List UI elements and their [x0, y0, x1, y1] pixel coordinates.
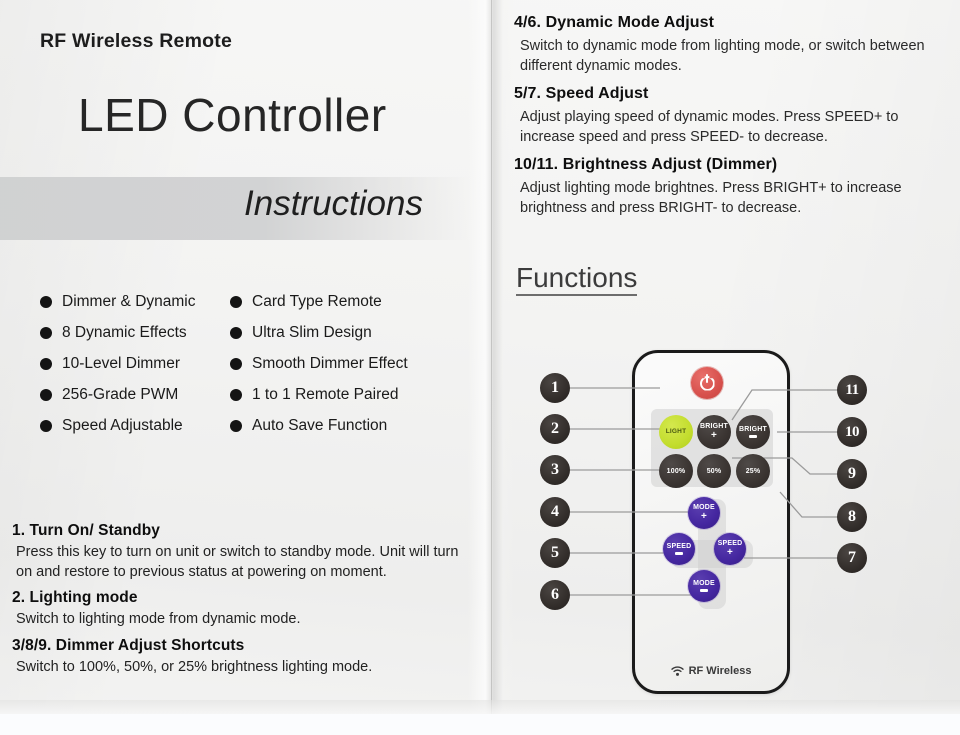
plus-icon: +: [710, 430, 718, 441]
instruction-block: 3/8/9. Dimmer Adjust Shortcuts Switch to…: [12, 637, 474, 678]
bullet-icon: [230, 357, 242, 370]
bullet-icon: [40, 357, 52, 370]
feature-column-left: Dimmer & Dynamic 8 Dynamic Effects 10-Le…: [40, 286, 195, 441]
bullet-icon: [40, 419, 52, 432]
instruction-body: Switch to lighting mode from dynamic mod…: [16, 611, 301, 628]
bullet-icon: [40, 295, 52, 308]
feature-label: 8 Dynamic Effects: [62, 323, 187, 341]
list-item: 10-Level Dimmer: [40, 348, 195, 379]
button-label: 50%: [706, 467, 722, 475]
bullet-icon: [40, 326, 52, 339]
callout-5: 5: [540, 538, 570, 568]
button-label: SPEED: [666, 543, 692, 551]
bullet-icon: [40, 388, 52, 401]
list-item: 8 Dynamic Effects: [40, 317, 195, 348]
instructions-left-column: 1. Turn On/ Standby Press this key to tu…: [12, 522, 474, 685]
feature-label: 256-Grade PWM: [62, 385, 179, 403]
instruction-sheet-page: RF Wireless Remote LED Controller Instru…: [0, 0, 960, 735]
bullet-icon: [230, 326, 242, 339]
list-item: 1 to 1 Remote Paired: [230, 379, 408, 410]
remote-footer-branding: RF Wireless: [635, 665, 787, 677]
list-item: Ultra Slim Design: [230, 317, 408, 348]
right-page: 4/6. Dynamic Mode Adjust Switch to dynam…: [492, 0, 960, 714]
button-label: MODE: [693, 504, 715, 511]
feature-label: Speed Adjustable: [62, 416, 183, 434]
instruction-heading: 1. Turn On/ Standby: [12, 522, 161, 539]
speed-plus-button[interactable]: SPEED +: [714, 533, 746, 565]
remote-control-body: LIGHT BRIGHT + BRIGHT 100% 50% 25% MODE …: [632, 350, 790, 694]
callout-1: 1: [540, 373, 570, 403]
bottom-strip: [0, 714, 960, 735]
button-label: MODE: [693, 580, 715, 588]
bullet-icon: [230, 295, 242, 308]
kicker-text: RF Wireless Remote: [40, 30, 232, 52]
preset-25-button[interactable]: 25%: [736, 454, 770, 488]
callout-2: 2: [540, 414, 570, 444]
bullet-icon: [230, 388, 242, 401]
list-item: 256-Grade PWM: [40, 379, 195, 410]
mode-plus-button[interactable]: MODE +: [688, 497, 720, 529]
plus-icon: +: [700, 511, 708, 522]
instruction-block: 1. Turn On/ Standby Press this key to tu…: [12, 522, 474, 582]
instruction-block: 2. Lighting mode Switch to lighting mode…: [12, 589, 474, 630]
feature-column-right: Card Type Remote Ultra Slim Design Smoot…: [230, 286, 408, 441]
bottom-shadow: [0, 700, 960, 715]
instruction-heading: 3/8/9. Dimmer Adjust Shortcuts: [12, 637, 245, 655]
feature-label: Auto Save Function: [252, 416, 388, 434]
list-item: Smooth Dimmer Effect: [230, 348, 408, 379]
instruction-body: Switch to 100%, 50%, or 25% brightness l…: [16, 659, 373, 676]
list-item: Card Type Remote: [230, 286, 408, 317]
list-item: Dimmer & Dynamic: [40, 286, 195, 317]
instruction-heading: 2. Lighting mode: [12, 589, 138, 607]
callout-9: 9: [837, 459, 867, 489]
feature-label: 10-Level Dimmer: [62, 354, 181, 372]
preset-100-button[interactable]: 100%: [659, 454, 693, 488]
bright-plus-button[interactable]: BRIGHT +: [697, 415, 731, 449]
plus-icon: +: [726, 547, 734, 558]
preset-50-button[interactable]: 50%: [697, 454, 731, 488]
bright-minus-button[interactable]: BRIGHT: [736, 415, 770, 449]
callout-4: 4: [540, 497, 570, 527]
wifi-icon: [670, 665, 684, 676]
light-button[interactable]: LIGHT: [659, 415, 693, 449]
button-label: BRIGHT: [738, 426, 768, 434]
feature-label: Smooth Dimmer Effect: [252, 354, 408, 372]
callout-10: 10: [837, 417, 867, 447]
mode-minus-button[interactable]: MODE: [688, 570, 720, 602]
callout-7: 7: [837, 543, 867, 573]
callout-8: 8: [837, 502, 867, 532]
page-title: LED Controller: [78, 89, 387, 141]
callout-6: 6: [540, 580, 570, 610]
remote-diagram: LIGHT BRIGHT + BRIGHT 100% 50% 25% MODE …: [492, 0, 960, 714]
page-crease-line: [491, 0, 492, 714]
page-subtitle: Instructions: [244, 184, 423, 223]
minus-icon: [700, 589, 708, 592]
list-item: Speed Adjustable: [40, 410, 195, 441]
power-icon: [699, 373, 715, 391]
feature-label: 1 to 1 Remote Paired: [252, 385, 399, 403]
minus-icon: [675, 552, 683, 555]
rf-wireless-label: RF Wireless: [688, 665, 752, 677]
power-button[interactable]: [691, 367, 723, 399]
button-label: LIGHT: [665, 427, 687, 435]
feature-label: Ultra Slim Design: [252, 323, 372, 341]
minus-icon: [749, 435, 757, 438]
instruction-body: Press this key to turn on unit or switch…: [16, 544, 459, 580]
button-label: 100%: [666, 467, 686, 475]
feature-label: Card Type Remote: [252, 292, 382, 310]
feature-label: Dimmer & Dynamic: [62, 292, 196, 310]
bullet-icon: [230, 419, 242, 432]
list-item: Auto Save Function: [230, 410, 408, 441]
left-page: RF Wireless Remote LED Controller Instru…: [0, 0, 492, 714]
button-label: SPEED: [717, 540, 743, 547]
button-label: BRIGHT: [699, 423, 729, 430]
speed-minus-button[interactable]: SPEED: [663, 533, 695, 565]
callout-11: 11: [837, 375, 867, 405]
button-label: 25%: [745, 467, 761, 475]
callout-3: 3: [540, 455, 570, 485]
